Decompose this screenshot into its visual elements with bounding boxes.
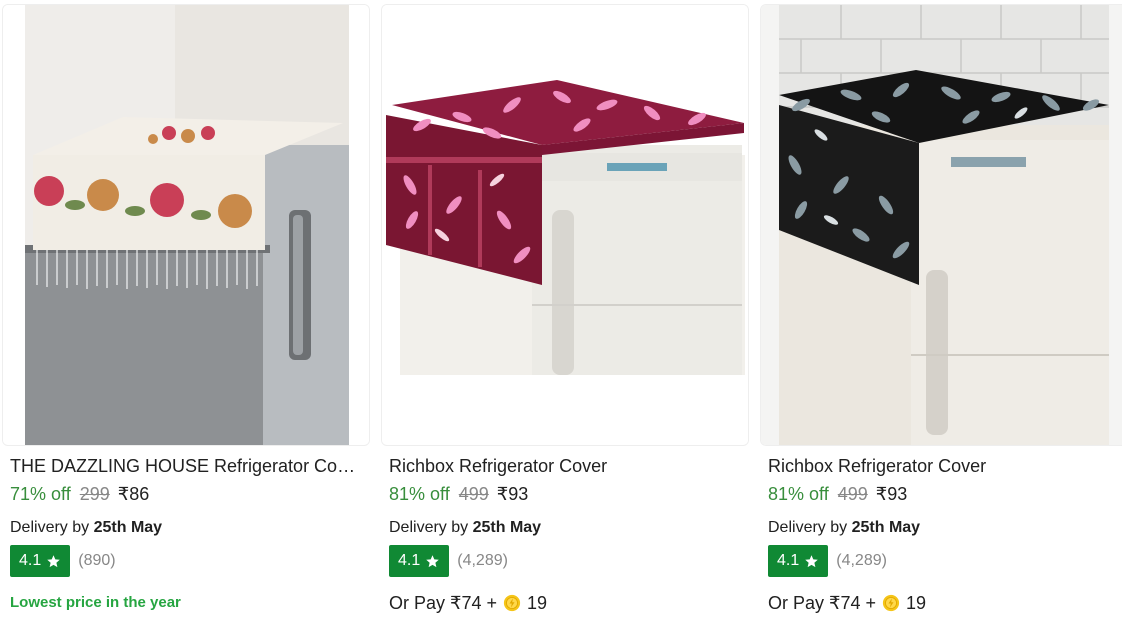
orpay-text: Or Pay ₹74 +	[389, 593, 497, 613]
discount-percent: 81% off	[768, 484, 829, 504]
rating-badge: 4.1	[389, 545, 450, 577]
star-icon	[47, 554, 60, 567]
price-row: 81% off 499 ₹93	[389, 483, 528, 505]
fridge-black-cover-image	[761, 5, 1122, 445]
review-count: (4,289)	[836, 552, 887, 569]
rating-row: 4.1 (890)	[10, 545, 116, 577]
fridge-maroon-cover-image	[382, 5, 748, 445]
delivery-info: Delivery by 25th May	[768, 518, 920, 538]
selling-price: ₹93	[875, 484, 908, 504]
review-count: (4,289)	[457, 552, 508, 569]
delivery-prefix: Delivery by	[10, 519, 90, 536]
rating-value: 4.1	[398, 552, 421, 569]
product-image[interactable]	[381, 4, 749, 446]
product-title[interactable]: Richbox Refrigerator Cover	[768, 455, 1120, 477]
supercoin-offer: Or Pay ₹74 + 19	[768, 592, 926, 614]
price-row: 71% off 299 ₹86	[10, 483, 149, 505]
star-icon	[805, 554, 818, 567]
orpay-text: Or Pay ₹74 +	[768, 593, 876, 613]
rating-value: 4.1	[777, 552, 800, 569]
delivery-date: 25th May	[93, 519, 163, 536]
delivery-prefix: Delivery by	[768, 519, 848, 536]
star-icon	[426, 554, 439, 567]
product-card[interactable]: Richbox Refrigerator Cover 81% off 499 ₹…	[381, 0, 751, 627]
selling-price: ₹93	[496, 484, 529, 504]
product-card[interactable]: Richbox Refrigerator Cover 81% off 499 ₹…	[760, 0, 1122, 627]
delivery-date: 25th May	[472, 519, 542, 536]
delivery-info: Delivery by 25th May	[10, 518, 162, 538]
discount-percent: 71% off	[10, 484, 71, 504]
delivery-prefix: Delivery by	[389, 519, 469, 536]
delivery-info: Delivery by 25th May	[389, 518, 541, 538]
supercoin-count: 19	[906, 593, 927, 613]
delivery-date: 25th May	[851, 519, 921, 536]
product-image[interactable]	[2, 4, 370, 446]
rating-row: 4.1 (4,289)	[389, 545, 508, 577]
rating-badge: 4.1	[10, 545, 71, 577]
rating-badge: 4.1	[768, 545, 829, 577]
supercoin-icon	[882, 594, 900, 612]
fridge-lace-cover-image	[3, 5, 369, 445]
price-row: 81% off 499 ₹93	[768, 483, 907, 505]
product-image[interactable]	[760, 4, 1122, 446]
review-count: (890)	[78, 552, 116, 569]
rating-value: 4.1	[19, 552, 42, 569]
product-grid: THE DAZZLING HOUSE Refrigerator Cover 71…	[0, 0, 1122, 627]
original-price: 499	[458, 484, 489, 504]
supercoin-icon	[503, 594, 521, 612]
product-card[interactable]: THE DAZZLING HOUSE Refrigerator Cover 71…	[2, 0, 372, 627]
rating-row: 4.1 (4,289)	[768, 545, 887, 577]
supercoin-count: 19	[527, 593, 548, 613]
lowest-price-tag: Lowest price in the year	[10, 594, 181, 611]
discount-percent: 81% off	[389, 484, 450, 504]
original-price: 299	[79, 484, 110, 504]
product-title[interactable]: Richbox Refrigerator Cover	[389, 455, 741, 477]
original-price: 499	[837, 484, 868, 504]
product-title[interactable]: THE DAZZLING HOUSE Refrigerator Cover	[10, 455, 362, 477]
selling-price: ₹86	[117, 484, 150, 504]
supercoin-offer: Or Pay ₹74 + 19	[389, 592, 547, 614]
